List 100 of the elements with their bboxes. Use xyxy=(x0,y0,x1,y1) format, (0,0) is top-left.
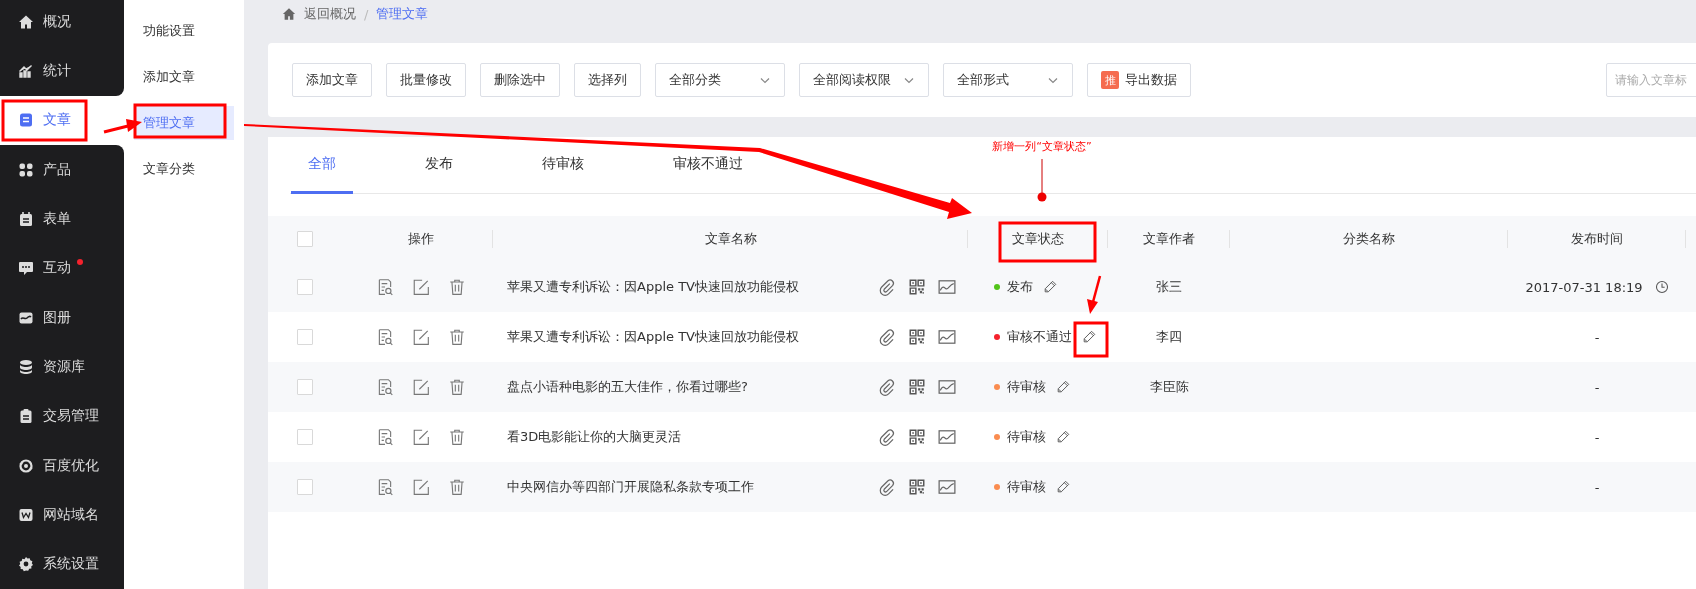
pencil-icon xyxy=(1082,330,1096,344)
highlight-box xyxy=(1073,321,1109,358)
toolbar-button[interactable]: 批量修改 xyxy=(386,63,466,97)
status-text: 审核不通过 xyxy=(1007,328,1072,346)
trash-icon xyxy=(447,278,466,296)
toolbar-button[interactable]: 删除选中 xyxy=(480,63,560,97)
tab[interactable]: 全部 xyxy=(291,137,353,194)
sidebar-item[interactable]: 网站域名 xyxy=(0,490,124,540)
edit-icon xyxy=(411,328,430,346)
arrow xyxy=(1087,275,1102,314)
publish-time: 2017-07-31 18:19 xyxy=(1525,279,1643,295)
sidebar-item[interactable]: 百度优化 xyxy=(0,440,124,491)
sidebar-item[interactable]: 交易管理 xyxy=(0,391,124,441)
author-name: 张三 xyxy=(1156,278,1182,296)
paperclip-icon xyxy=(878,478,896,496)
qr-code-icon xyxy=(908,478,926,496)
publish-time: - xyxy=(1594,479,1600,495)
search-field[interactable]: 请输入文章标 xyxy=(1606,63,1696,97)
grid-icon xyxy=(18,161,34,178)
article-title: 盘点小语种电影的五大佳作，你看过哪些? xyxy=(507,378,748,396)
breadcrumb-separator: / xyxy=(364,6,369,22)
publish-time: - xyxy=(1594,329,1600,345)
column-header: 文章状态 xyxy=(1012,230,1064,248)
pencil-icon xyxy=(1043,280,1057,294)
tab[interactable]: 发布 xyxy=(408,137,470,194)
trash-icon xyxy=(447,328,466,346)
paperclip-icon xyxy=(878,428,896,446)
author-name: 李臣陈 xyxy=(1149,378,1189,396)
publish-time: - xyxy=(1594,379,1600,395)
edit-icon xyxy=(411,428,430,446)
publish-time: - xyxy=(1594,429,1600,445)
chart-icon xyxy=(18,63,34,79)
chat-icon xyxy=(18,260,34,277)
edit-icon xyxy=(411,478,430,496)
image-icon xyxy=(938,328,956,346)
calendar-icon xyxy=(18,210,34,227)
sidebar-item[interactable]: 图册 xyxy=(0,292,124,343)
sidebar-item[interactable]: 产品 xyxy=(0,145,124,195)
sidebar-item[interactable]: 统计 xyxy=(0,46,124,96)
paperclip-icon xyxy=(878,328,896,346)
sidebar-item[interactable]: 系统设置 xyxy=(0,539,124,589)
trash-icon xyxy=(447,478,466,496)
toolbar-button[interactable]: 添加文章 xyxy=(292,63,372,97)
tab[interactable]: 审核不通过 xyxy=(656,137,760,194)
qr-code-icon xyxy=(908,378,926,396)
sidebar-item[interactable]: 概况 xyxy=(0,0,124,47)
article-title: 中央网信办等四部门开展隐私条款专项工作 xyxy=(507,478,754,496)
checkbox[interactable] xyxy=(297,429,313,445)
dropdown[interactable]: 全部形式 xyxy=(943,63,1073,97)
dropdown[interactable]: 全部分类 xyxy=(655,63,785,97)
tab[interactable]: 待审核 xyxy=(525,137,601,194)
clipboard-icon xyxy=(18,408,34,425)
qr-code-icon xyxy=(908,428,926,446)
dropdown[interactable]: 全部阅读权限 xyxy=(799,63,929,97)
document-icon xyxy=(18,112,34,129)
image-icon xyxy=(938,428,956,446)
pencil-icon xyxy=(1056,480,1070,494)
qr-code-icon xyxy=(908,328,926,346)
sidebar-item[interactable]: 互动 xyxy=(0,243,124,293)
arrow xyxy=(103,119,142,134)
export-button[interactable]: 推 导出数据 xyxy=(1087,63,1191,97)
column-header: 文章名称 xyxy=(704,230,757,248)
qr-code-icon xyxy=(908,278,926,296)
paperclip-icon xyxy=(878,378,896,396)
image-icon xyxy=(938,378,956,396)
checkbox[interactable] xyxy=(297,479,313,495)
home-icon xyxy=(18,13,34,30)
settings-icon xyxy=(18,556,34,573)
column-header: 分类名称 xyxy=(1343,230,1395,248)
article-title: 苹果又遭专利诉讼：因Apple TV快速回放功能侵权 xyxy=(507,328,799,346)
annotation-note: 新增一列“文章状态” xyxy=(991,139,1093,154)
sidebar-item[interactable]: 表单 xyxy=(0,194,124,244)
author-name: 李四 xyxy=(1156,328,1182,346)
status-text: 待审核 xyxy=(1007,478,1046,496)
marker-line xyxy=(1037,158,1047,202)
checkbox[interactable] xyxy=(297,379,313,395)
database-icon xyxy=(18,358,34,375)
breadcrumb-current: 管理文章 xyxy=(376,5,429,23)
trash-icon xyxy=(447,428,466,446)
checkbox[interactable] xyxy=(297,231,313,247)
checkbox[interactable] xyxy=(297,329,313,345)
status-text: 发布 xyxy=(1007,278,1033,296)
submenu-item[interactable]: 添加文章 xyxy=(134,54,234,100)
breadcrumb-link[interactable]: 返回概况 xyxy=(304,5,356,23)
pencil-icon xyxy=(1056,380,1070,394)
column-header: 文章作者 xyxy=(1143,230,1195,248)
column-header: 操作 xyxy=(407,230,434,248)
home-icon xyxy=(282,7,296,21)
edit-icon xyxy=(411,378,430,396)
image-icon xyxy=(938,478,956,496)
status-text: 待审核 xyxy=(1007,378,1046,396)
paperclip-icon xyxy=(878,278,896,296)
toolbar-button[interactable]: 选择列 xyxy=(574,63,641,97)
submenu-item[interactable]: 功能设置 xyxy=(134,8,234,54)
image-icon xyxy=(938,278,956,296)
recommend-badge: 推 xyxy=(1101,71,1119,89)
submenu-item[interactable]: 文章分类 xyxy=(134,146,234,192)
article-title: 苹果又遭专利诉讼：因Apple TV快速回放功能侵权 xyxy=(507,278,799,296)
sidebar-item[interactable]: 资源库 xyxy=(0,342,124,392)
checkbox[interactable] xyxy=(297,279,313,295)
